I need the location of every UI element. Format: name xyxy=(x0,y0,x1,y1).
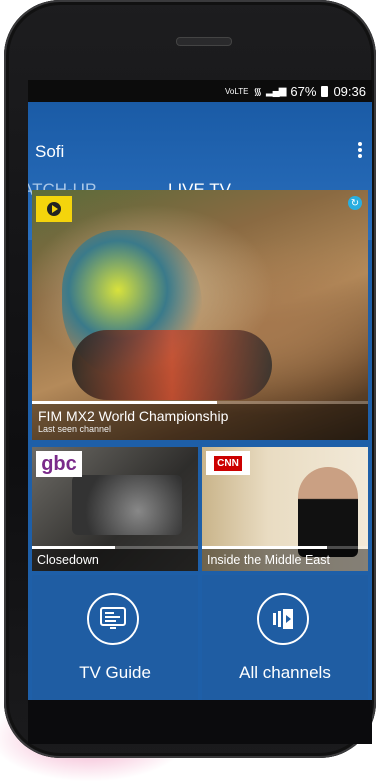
featured-channel-tile[interactable]: ↻ FIM MX2 World Championship Last seen c… xyxy=(32,190,368,440)
cnn-logo: CNN xyxy=(206,451,250,475)
tv-guide-label: TV Guide xyxy=(79,663,151,682)
channel-logo xyxy=(36,196,72,222)
clock: 09:36 xyxy=(333,83,366,99)
featured-title: FIM MX2 World Championship xyxy=(38,408,229,424)
featured-subtitle: Last seen channel xyxy=(38,424,112,434)
presenter-image xyxy=(298,467,358,557)
network-indicator: VoLTE xyxy=(225,86,249,96)
app-screen: VoLTE ᯾ ▂▄▆ 67% 09:36 Sofi ATCH-UP LIVE … xyxy=(28,80,372,700)
channel-tile-gbc[interactable]: gbc Closedown xyxy=(32,447,198,571)
channel-tile-cnn[interactable]: CNN Inside the Middle East xyxy=(202,447,368,571)
phone-speaker xyxy=(176,37,232,46)
channel-title: Inside the Middle East xyxy=(207,553,330,567)
app-title: Sofi xyxy=(35,142,65,161)
signal-icon: ▂▄▆ xyxy=(265,85,286,97)
all-channels-label: All channels xyxy=(239,663,331,682)
all-channels-button[interactable]: All channels xyxy=(202,575,368,700)
channel-title: Closedown xyxy=(37,553,99,567)
featured-caption: FIM MX2 World Championship Last seen cha… xyxy=(32,404,368,440)
restart-icon[interactable]: ↻ xyxy=(348,196,362,210)
phone-bottom-bezel xyxy=(28,700,372,744)
battery-icon xyxy=(321,85,329,97)
battery-percent: 67% xyxy=(290,83,317,99)
motocross-bike xyxy=(72,330,272,400)
turntable-image xyxy=(72,475,182,535)
all-channels-icon xyxy=(257,593,309,645)
overflow-menu-icon[interactable] xyxy=(358,142,362,158)
channel-caption: Inside the Middle East xyxy=(202,549,368,571)
wifi-icon: ᯾ xyxy=(253,87,261,98)
tv-guide-button[interactable]: TV Guide xyxy=(32,575,198,700)
gbc-logo: gbc xyxy=(36,451,82,477)
play-icon xyxy=(47,202,61,216)
channel-caption: Closedown xyxy=(32,549,198,571)
status-bar: VoLTE ᯾ ▂▄▆ 67% 09:36 xyxy=(28,80,372,102)
tv-guide-icon xyxy=(87,593,139,645)
